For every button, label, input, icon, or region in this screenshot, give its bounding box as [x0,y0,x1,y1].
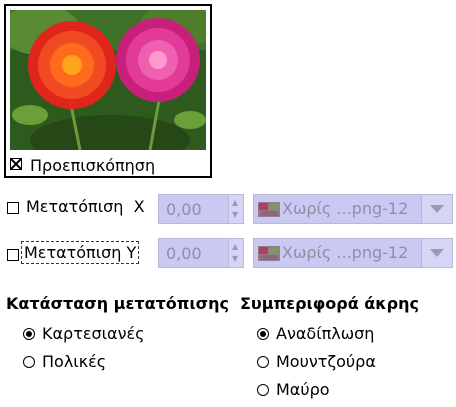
offset-x-checkbox[interactable] [7,202,19,214]
image-thumbnail-icon [258,202,280,217]
offset-y-map-text: Χωρίς ...png-12 [282,243,409,262]
offset-y-checkbox[interactable] [7,249,19,261]
offset-x-axis: X [133,197,145,216]
checkmark-icon [11,159,21,169]
radio-selected-dot [260,331,266,337]
preview-checkbox[interactable] [10,158,22,170]
chevron-up-icon[interactable]: ▲ [232,199,238,207]
offset-x-map-combo[interactable]: Χωρίς ...png-12 [253,194,453,224]
offset-x-combo-arrow[interactable] [421,195,452,223]
radio-cartesian-label: Καρτεσιανές [42,324,145,343]
radio-polar-label: Πολικές [42,352,107,371]
offset-y-stepper[interactable]: ▲ ▼ [228,239,243,267]
preview-image [10,10,206,150]
image-thumbnail-icon [258,246,280,261]
chevron-down-icon [430,249,444,257]
displacement-mode-heading: Κατάσταση μετατόπισης [6,294,229,313]
radio-selected-dot [26,331,32,337]
radio-polar[interactable] [23,356,35,368]
offset-y-value: 0,00 [166,244,202,263]
offset-y-spinbutton[interactable]: 0,00 ▲ ▼ [158,238,244,268]
radio-black-label: Μαύρο [276,380,330,399]
chevron-down-icon[interactable]: ▼ [232,255,238,263]
offset-y-label: Μετατόπιση Y [21,241,140,264]
preview-frame: Προεπισκόπηση [4,4,212,178]
preview-label: Προεπισκόπηση [30,156,156,175]
offset-x-value: 0,00 [166,200,202,219]
chevron-up-icon[interactable]: ▲ [232,243,238,251]
radio-smear[interactable] [257,356,269,368]
offset-x-label: Μετατόπιση X [26,197,145,216]
chevron-down-icon[interactable]: ▼ [232,211,238,219]
radio-black[interactable] [257,384,269,396]
edge-behavior-heading: Συμπεριφορά άκρης [240,294,419,313]
offset-x-stepper[interactable]: ▲ ▼ [228,195,243,223]
offset-x-map-text: Χωρίς ...png-12 [282,199,409,218]
radio-cartesian[interactable] [23,328,35,340]
offset-x-spinbutton[interactable]: 0,00 ▲ ▼ [158,194,244,224]
chevron-down-icon [430,205,444,213]
radio-wrap[interactable] [257,328,269,340]
offset-y-combo-arrow[interactable] [421,239,452,267]
radio-wrap-label: Αναδίπλωση [276,324,375,343]
radio-smear-label: Μουντζούρα [276,352,376,371]
offset-y-map-combo[interactable]: Χωρίς ...png-12 [253,238,453,268]
